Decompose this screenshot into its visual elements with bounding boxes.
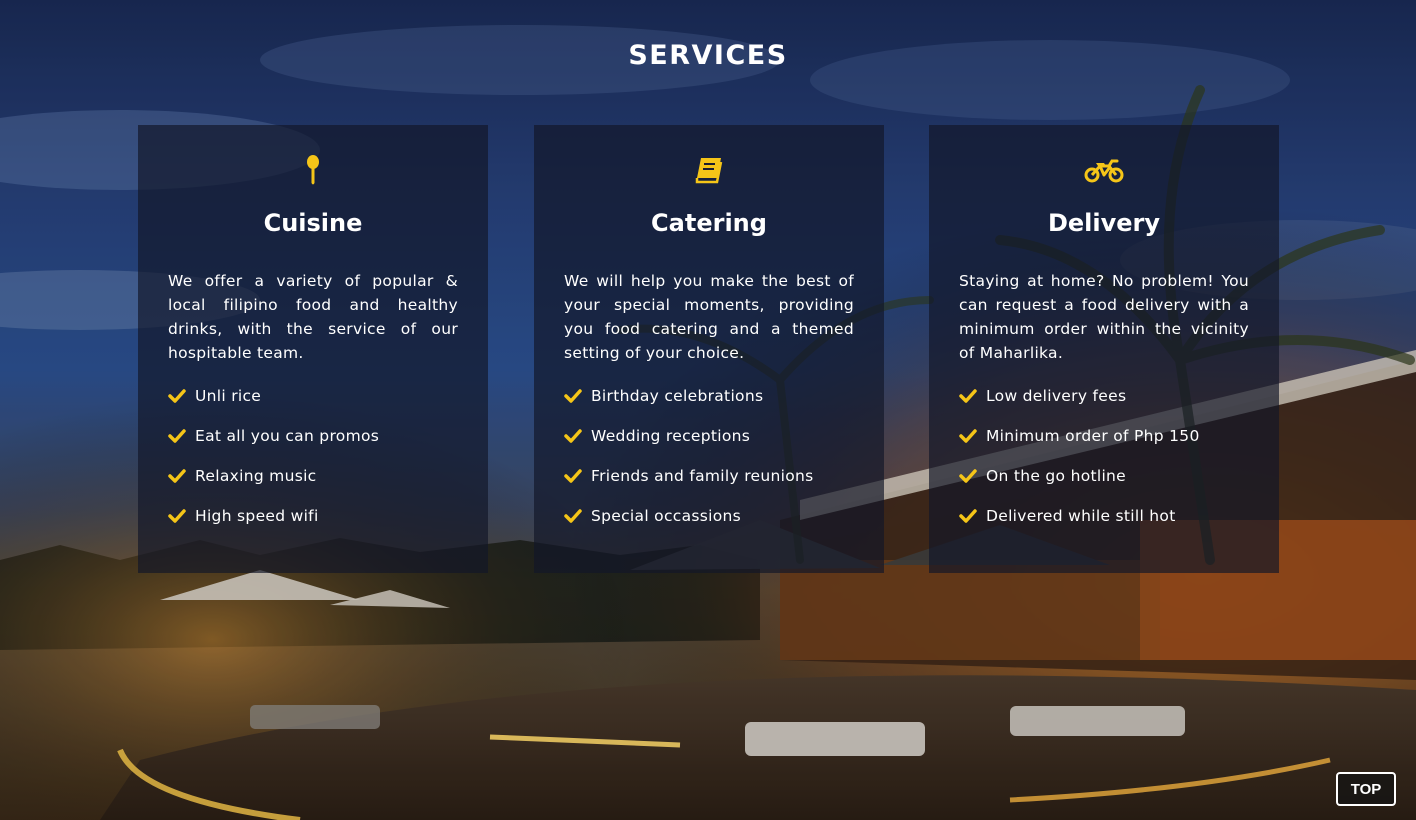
list-item: Birthday celebrations — [564, 384, 864, 424]
feature-label: Unli rice — [195, 387, 262, 405]
feature-label: Low delivery fees — [986, 387, 1127, 405]
spoon-icon — [307, 155, 319, 185]
checkmark-icon — [564, 509, 582, 523]
list-item: High speed wifi — [168, 504, 468, 544]
list-item: Eat all you can promos — [168, 424, 468, 464]
list-item: Minimum order of Php 150 — [959, 424, 1259, 464]
card-description: Staying at home? No problem! You can req… — [959, 272, 1249, 362]
checkmark-icon — [564, 389, 582, 403]
checkmark-icon — [959, 509, 977, 523]
card-description: We offer a variety of popular & local fi… — [168, 272, 458, 362]
list-item: Wedding receptions — [564, 424, 864, 464]
checkmark-icon — [168, 469, 186, 483]
card-description: We will help you make the best of your s… — [564, 272, 854, 362]
feature-list: Birthday celebrations Wedding receptions… — [564, 384, 864, 544]
feature-label: Wedding receptions — [591, 427, 751, 445]
service-card-delivery: Delivery Staying at home? No problem! Yo… — [929, 125, 1279, 573]
checkmark-icon — [564, 429, 582, 443]
feature-label: On the go hotline — [986, 467, 1127, 485]
list-item: Low delivery fees — [959, 384, 1259, 424]
feature-label: Eat all you can promos — [195, 427, 380, 445]
feature-label: Delivered while still hot — [986, 507, 1176, 525]
service-card-cuisine: Cuisine We offer a variety of popular & … — [138, 125, 488, 573]
list-item: Special occassions — [564, 504, 864, 544]
scroll-to-top-button[interactable]: TOP — [1336, 772, 1396, 806]
checkmark-icon — [168, 389, 186, 403]
feature-label: High speed wifi — [195, 507, 319, 525]
checkmark-icon — [959, 469, 977, 483]
feature-label: Friends and family reunions — [591, 467, 814, 485]
services-page: SERVICES Cuisine We offer a variety of p… — [0, 0, 1416, 820]
checkmark-icon — [959, 429, 977, 443]
checkmark-icon — [959, 389, 977, 403]
list-item: On the go hotline — [959, 464, 1259, 504]
checkmark-icon — [564, 469, 582, 483]
list-item: Relaxing music — [168, 464, 468, 504]
list-item: Friends and family reunions — [564, 464, 864, 504]
card-title: Catering — [651, 209, 767, 237]
feature-label: Birthday celebrations — [591, 387, 764, 405]
feature-list: Unli rice Eat all you can promos Relaxin… — [168, 384, 468, 544]
section-title: SERVICES — [628, 40, 788, 71]
feature-label: Relaxing music — [195, 467, 317, 485]
service-card-catering: Catering We will help you make the best … — [534, 125, 884, 573]
list-item: Unli rice — [168, 384, 468, 424]
feature-list: Low delivery fees Minimum order of Php 1… — [959, 384, 1259, 544]
card-title: Delivery — [1047, 209, 1161, 237]
motorcycle-icon — [1084, 159, 1124, 183]
book-icon — [695, 158, 723, 184]
card-title: Cuisine — [263, 209, 363, 237]
checkmark-icon — [168, 509, 186, 523]
feature-label: Special occassions — [591, 507, 742, 525]
checkmark-icon — [168, 429, 186, 443]
feature-label: Minimum order of Php 150 — [986, 427, 1200, 445]
list-item: Delivered while still hot — [959, 504, 1259, 544]
